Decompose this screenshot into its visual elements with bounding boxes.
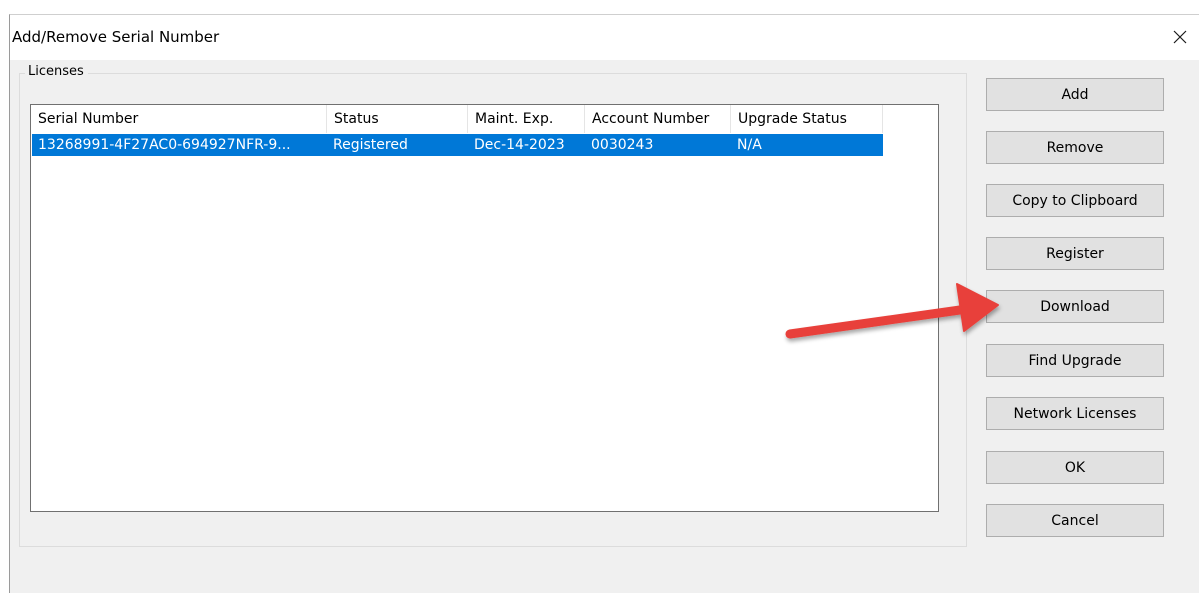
cell-account-number: 0030243 <box>591 137 654 153</box>
title-bar: Add/Remove Serial Number <box>10 15 1199 60</box>
add-button[interactable]: Add <box>986 78 1164 111</box>
ok-button[interactable]: OK <box>986 451 1164 484</box>
download-button[interactable]: Download <box>986 290 1164 323</box>
licenses-group-label: Licenses <box>25 64 88 79</box>
licenses-list[interactable]: Serial Number Status Maint. Exp. Account… <box>30 104 939 512</box>
cell-maint-exp: Dec-14-2023 <box>474 137 565 153</box>
window-title: Add/Remove Serial Number <box>12 28 220 46</box>
table-row[interactable]: 13268991-4F27AC0-694927NFR-9... Register… <box>32 134 883 156</box>
list-header: Serial Number Status Maint. Exp. Account… <box>31 105 883 133</box>
find-upgrade-button[interactable]: Find Upgrade <box>986 344 1164 377</box>
cell-serial-number: 13268991-4F27AC0-694927NFR-9... <box>38 137 291 153</box>
cell-upgrade-status: N/A <box>737 137 762 153</box>
network-licenses-button[interactable]: Network Licenses <box>986 397 1164 430</box>
column-header-account-number[interactable]: Account Number <box>585 105 731 133</box>
close-icon <box>1173 30 1187 44</box>
column-header-status[interactable]: Status <box>327 105 468 133</box>
column-header-serial-number[interactable]: Serial Number <box>31 105 327 133</box>
cancel-button[interactable]: Cancel <box>986 504 1164 537</box>
column-header-maint-exp[interactable]: Maint. Exp. <box>468 105 585 133</box>
column-header-upgrade-status[interactable]: Upgrade Status <box>731 105 883 133</box>
remove-button[interactable]: Remove <box>986 131 1164 164</box>
close-button[interactable] <box>1160 17 1199 57</box>
register-button[interactable]: Register <box>986 237 1164 270</box>
cell-status: Registered <box>333 137 408 153</box>
copy-to-clipboard-button[interactable]: Copy to Clipboard <box>986 184 1164 217</box>
